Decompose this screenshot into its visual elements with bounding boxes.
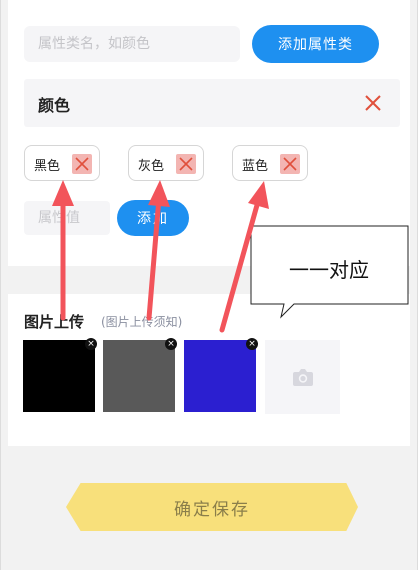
add-category-button[interactable]: 添加属性类 xyxy=(252,25,379,63)
tag-label: 灰色 xyxy=(138,159,165,174)
attribute-value-input[interactable] xyxy=(24,201,110,235)
annotation-text: 一一对应 xyxy=(289,258,369,282)
delete-tag-icon[interactable] xyxy=(280,154,300,174)
upload-section-title: 图片上传 xyxy=(24,313,85,331)
uploaded-image-gray[interactable]: × xyxy=(103,338,177,412)
attribute-tag-black: 黑色 xyxy=(24,145,100,181)
upload-guidelines-link[interactable]: (图片上传须知) xyxy=(101,313,182,330)
tag-label: 蓝色 xyxy=(242,159,269,174)
camera-icon xyxy=(293,369,313,386)
uploaded-image-blue[interactable]: × xyxy=(184,338,258,412)
delete-category-icon[interactable] xyxy=(364,94,382,112)
remove-image-icon[interactable]: × xyxy=(165,338,177,350)
remove-image-icon[interactable]: × xyxy=(246,338,258,350)
add-value-button[interactable]: 添加 xyxy=(117,200,189,236)
category-name-input[interactable] xyxy=(24,26,240,62)
attribute-tag-blue: 蓝色 xyxy=(232,145,308,181)
delete-tag-icon[interactable] xyxy=(176,154,196,174)
tag-label: 黑色 xyxy=(34,159,61,174)
uploaded-image-black[interactable]: × xyxy=(23,338,97,412)
remove-image-icon[interactable]: × xyxy=(85,338,97,350)
save-button[interactable]: 确定保存 xyxy=(66,483,358,531)
attribute-tag-gray: 灰色 xyxy=(128,145,204,181)
add-image-button[interactable] xyxy=(265,340,340,414)
category-row: 颜色 xyxy=(24,79,400,127)
delete-tag-icon[interactable] xyxy=(72,154,92,174)
category-title: 颜色 xyxy=(38,96,71,115)
